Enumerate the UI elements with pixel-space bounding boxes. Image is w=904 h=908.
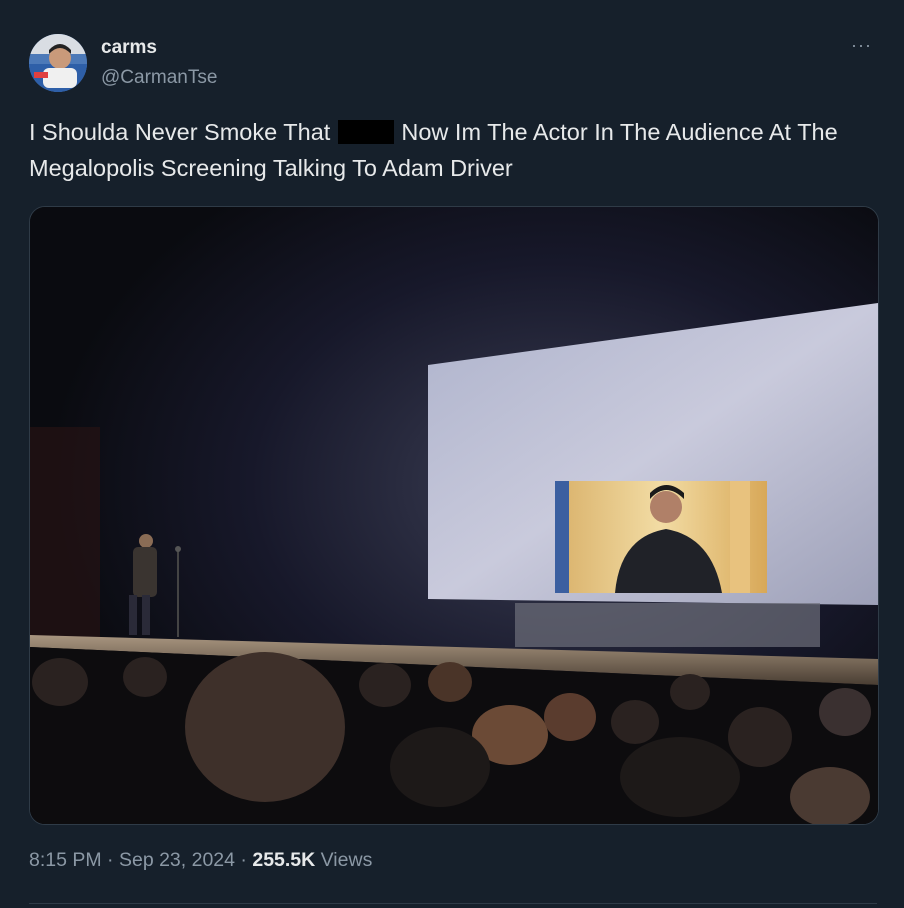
more-options-icon[interactable]: ···: [851, 35, 877, 55]
avatar-photo-icon: [29, 34, 87, 92]
tweet-time[interactable]: 8:15 PM: [29, 849, 102, 871]
redaction-bar: [337, 120, 394, 144]
theater-photo-icon: [30, 207, 878, 824]
views-count: 255.5K: [252, 849, 316, 871]
tweet-card: carms @CarmanTse ··· I Shoulda Never Smo…: [0, 0, 904, 908]
author-handle[interactable]: @CarmanTse: [101, 67, 217, 89]
user-avatar[interactable]: [29, 34, 87, 92]
author-display-name[interactable]: carms: [101, 37, 157, 59]
tweet-media-image[interactable]: [29, 206, 879, 825]
meta-separator: ·: [107, 849, 114, 871]
tweet-meta: 8:15 PM · Sep 23, 2024 · 255.5K Views: [29, 849, 372, 872]
views-label: Views: [320, 849, 373, 871]
divider: [29, 903, 877, 904]
meta-separator: ·: [240, 849, 247, 871]
tweet-text: I Shoulda Never Smoke That Now Im The Ac…: [29, 114, 879, 186]
tweet-text-part-1: I Shoulda Never Smoke That: [29, 119, 337, 145]
tweet-date[interactable]: Sep 23, 2024: [119, 849, 235, 871]
